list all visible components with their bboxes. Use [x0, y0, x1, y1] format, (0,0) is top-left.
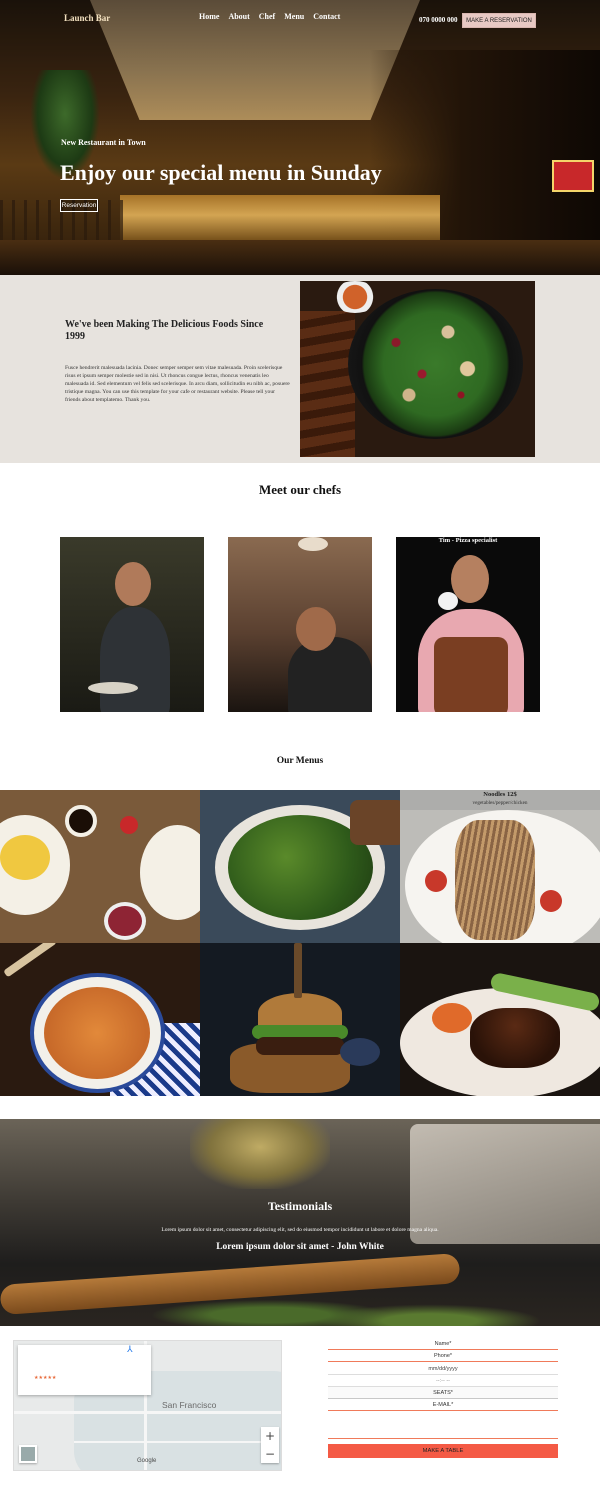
tomato-graphic	[540, 890, 562, 912]
seats-select[interactable]: SEATS*	[328, 1387, 558, 1399]
salad-photo	[300, 281, 535, 457]
nav-menu[interactable]: Menu	[284, 12, 304, 21]
eggs-graphic	[0, 835, 50, 880]
location-map[interactable]: ★★★★★ ⅄ San Francisco + − Google	[13, 1340, 282, 1471]
message-textarea[interactable]	[328, 1413, 558, 1439]
phone-field[interactable]: Phone*	[328, 1350, 558, 1362]
steak-graphic	[470, 1008, 560, 1068]
menu-item-noodles[interactable]: Noodles 12$ vegetables/pepper/chicken	[400, 790, 600, 943]
nav-home[interactable]: Home	[199, 12, 219, 21]
menu-item-breakfast[interactable]	[0, 790, 200, 943]
map-zoom-control: + −	[261, 1427, 279, 1463]
greens-graphic	[150, 1279, 550, 1326]
glass-graphic	[190, 1119, 330, 1189]
chef-card[interactable]	[60, 537, 204, 712]
testimonials-title: Testimonials	[267, 1199, 333, 1213]
map-road	[74, 1441, 274, 1443]
email-field[interactable]: E-MAIL*	[328, 1399, 558, 1411]
hero-floor-graphic	[0, 240, 600, 275]
chef-cup-graphic	[438, 592, 458, 610]
chefs-title: Meet our chefs	[258, 482, 342, 497]
patty-graphic	[256, 1037, 344, 1055]
about-section: We've been Making The Delicious Foods Si…	[0, 275, 600, 463]
testimonials-section: Testimonials Lorem ipsum dolor sit amet,…	[0, 1119, 600, 1326]
chef-head-graphic	[296, 607, 336, 651]
about-text: Fusce hendrerit malesuada lacinia. Donec…	[65, 365, 290, 404]
fruit-graphic	[120, 816, 138, 834]
phone-number[interactable]: 070 0000 000	[419, 16, 458, 24]
menus-title: Our Menus	[276, 756, 324, 766]
tomato-graphic	[432, 1003, 472, 1033]
chopsticks-graphic	[3, 943, 57, 978]
brand-logo[interactable]: Launch Bar	[64, 13, 110, 23]
curry-graphic	[44, 987, 150, 1079]
tomato-graphic	[425, 870, 447, 892]
chef-body-graphic	[100, 607, 170, 712]
chef-plate-graphic	[88, 682, 138, 694]
hero-bar-counter-graphic	[120, 195, 440, 245]
menu-item-desc: vegetables/pepper/chicken	[472, 800, 528, 806]
directions-icon[interactable]: ⅄	[127, 1345, 133, 1355]
chef-lamp-graphic	[298, 537, 328, 551]
date-field[interactable]: mm/dd/yyyy	[328, 1363, 558, 1375]
skewers-graphic	[300, 311, 355, 457]
bread-graphic	[350, 800, 400, 845]
hero-kicker: New Restaurant in Town	[61, 138, 146, 147]
salad-toppings-graphic	[370, 311, 500, 416]
chef-body-graphic	[288, 637, 372, 712]
name-field[interactable]: Name*	[328, 1338, 558, 1350]
plate-graphic	[410, 1124, 600, 1244]
chef-card[interactable]: Tim - Pizza specialist	[396, 537, 540, 712]
skewer-graphic	[294, 943, 302, 998]
menu-item-salad[interactable]	[200, 790, 400, 943]
make-table-button[interactable]: MAKE A TABLE	[328, 1444, 558, 1458]
sauce-cup-graphic	[340, 1038, 380, 1066]
main-nav: Home About Chef Menu Contact	[199, 12, 340, 21]
nav-chef[interactable]: Chef	[259, 12, 275, 21]
nav-contact[interactable]: Contact	[313, 12, 340, 21]
chef-card[interactable]	[228, 537, 372, 712]
chef-apron-graphic	[434, 637, 508, 712]
sauce-bowl-graphic	[330, 281, 380, 313]
testimonial-text: Lorem ipsum dolor sit amet, consectetur …	[161, 1227, 439, 1233]
nav-about[interactable]: About	[228, 12, 249, 21]
rating-stars: ★★★★★	[34, 1376, 57, 1381]
noodles-graphic	[455, 820, 535, 940]
zoom-out-button[interactable]: −	[261, 1445, 279, 1463]
testimonial-author: Lorem ipsum dolor sit amet - John White	[216, 1242, 384, 1252]
coffee-graphic	[65, 805, 97, 837]
menu-item-burger[interactable]	[200, 943, 400, 1096]
chef-caption: Tim - Pizza specialist	[438, 537, 498, 544]
hero-title: Enjoy our special menu in Sunday	[60, 160, 382, 185]
hero-sign-graphic	[552, 160, 594, 192]
hero-section: Launch Bar Home About Chef Menu Contact …	[0, 0, 600, 275]
chef-head-graphic	[115, 562, 151, 606]
plate-graphic	[140, 825, 200, 920]
zoom-in-button[interactable]: +	[261, 1427, 279, 1445]
map-road	[14, 1411, 281, 1414]
menu-item-curry[interactable]	[0, 943, 200, 1096]
about-title: We've been Making The Delicious Foods Si…	[65, 319, 264, 342]
menu-item-name: Noodles 12$	[483, 791, 517, 798]
map-layer-toggle[interactable]	[19, 1445, 37, 1463]
hero-reservation-button[interactable]: Reservation	[60, 199, 98, 212]
map-city-label: San Francisco	[162, 1400, 217, 1410]
google-logo: Google	[137, 1458, 157, 1464]
make-reservation-button[interactable]: MAKE A RESERVATION	[462, 13, 536, 28]
bowl-graphic	[104, 902, 146, 940]
time-field[interactable]: --:-- --	[328, 1375, 558, 1387]
menu-item-steak[interactable]	[400, 943, 600, 1096]
